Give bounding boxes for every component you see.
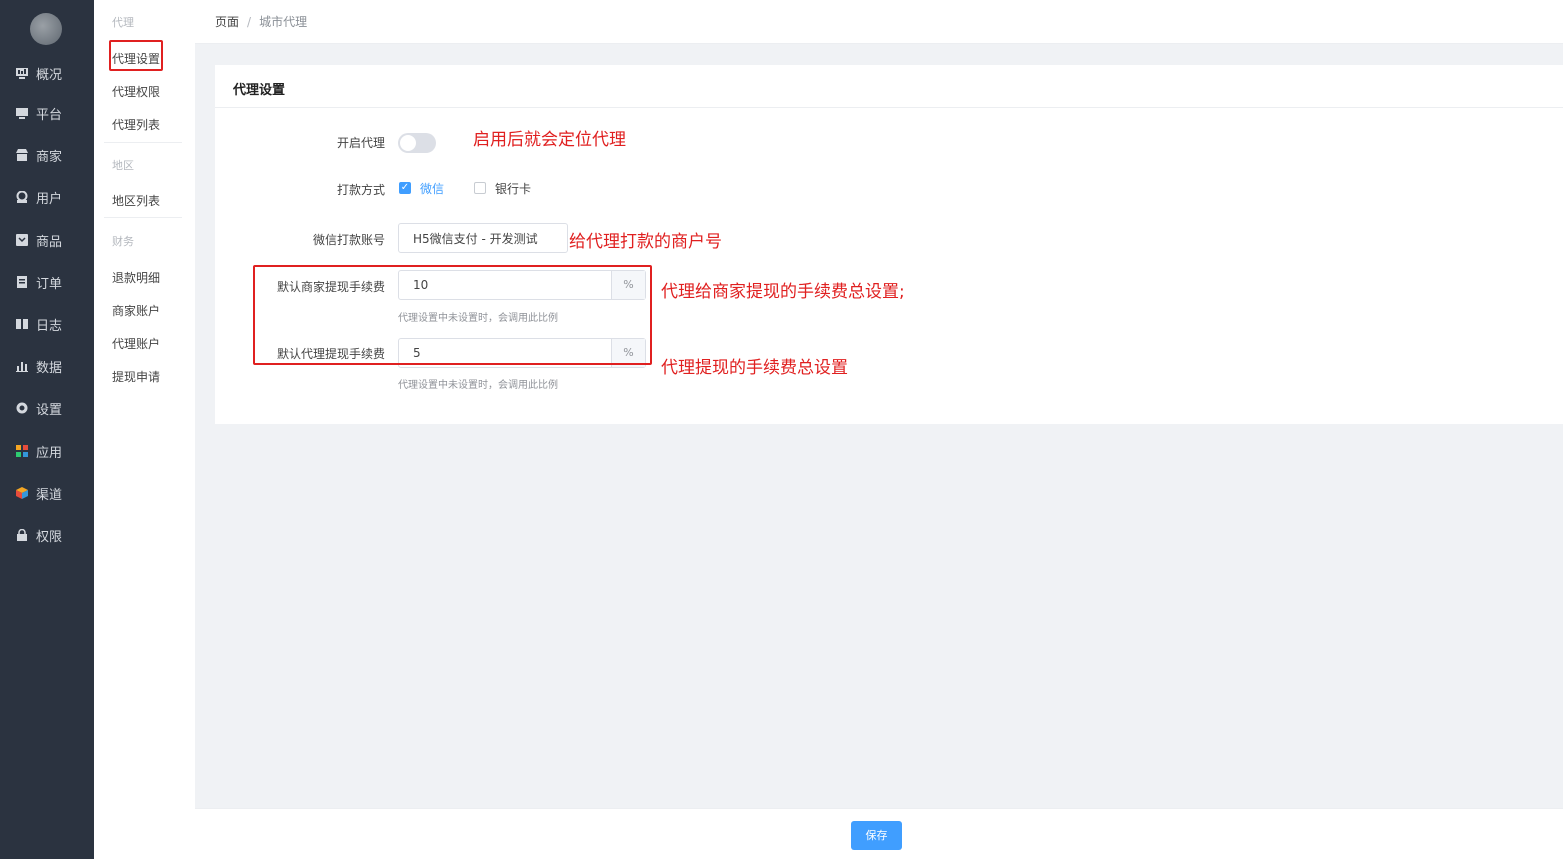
nav-item-label: 概况	[36, 67, 63, 83]
nav-item-label: 商家	[36, 149, 63, 165]
nav-item-label: 用户	[36, 191, 63, 207]
breadcrumb-separator: /	[247, 14, 252, 29]
wechat-account-value: H5微信支付 - 开发测试	[413, 231, 538, 246]
nav-item-platform[interactable]: 平台	[0, 98, 94, 128]
settings-panel: 代理设置 开启代理 打款方式 ✓ 微信 银行卡 微信打款账号 H5微信支付 - …	[215, 65, 1563, 424]
divider	[104, 142, 182, 143]
footer-bar: 保存	[195, 808, 1563, 859]
payout-wechat-checkbox[interactable]: ✓	[399, 182, 411, 194]
user-icon	[16, 191, 28, 203]
sub-nav-refund-detail[interactable]: 退款明细	[112, 269, 160, 286]
bar-icon	[16, 362, 28, 372]
nav-item-label: 商品	[36, 234, 63, 250]
enable-agent-label: 开启代理	[336, 136, 385, 150]
sub-nav-agent-permissions[interactable]: 代理权限	[112, 83, 160, 100]
breadcrumb-current: 城市代理	[259, 15, 308, 29]
nav-item-label: 订单	[36, 276, 63, 292]
wechat-account-select[interactable]: H5微信支付 - 开发测试	[398, 223, 568, 253]
annotation-account: 给代理打款的商户号	[569, 232, 722, 252]
enable-agent-toggle[interactable]	[398, 133, 436, 153]
nav-item-label: 应用	[36, 445, 63, 461]
group-label-finance: 财务	[112, 235, 134, 248]
sub-nav: 代理 代理设置 代理权限 代理列表 地区 地区列表 财务 退款明细 商家账户 代…	[94, 0, 195, 859]
nav-item-label: 平台	[36, 107, 63, 123]
nav-item-goods[interactable]: 商品	[0, 225, 94, 255]
annotation-enable: 启用后就会定位代理	[473, 130, 626, 150]
divider	[215, 107, 1563, 108]
log-icon	[16, 319, 28, 329]
chart-icon	[16, 68, 28, 79]
sub-nav-withdraw-apply[interactable]: 提现申请	[112, 368, 160, 385]
avatar[interactable]	[30, 13, 62, 45]
wechat-account-label: 微信打款账号	[312, 233, 385, 247]
nav-item-data[interactable]: 数据	[0, 351, 94, 381]
annotation-agent-fee: 代理提现的手续费总设置	[661, 358, 848, 378]
nav-item-merchant[interactable]: 商家	[0, 140, 94, 170]
nav-item-label: 日志	[36, 318, 63, 334]
divider	[104, 217, 182, 218]
payout-method-label: 打款方式	[336, 183, 385, 197]
nav-item-channel[interactable]: 渠道	[0, 478, 94, 508]
nav-item-user[interactable]: 用户	[0, 182, 94, 212]
goods-icon	[16, 234, 28, 246]
breadcrumb-root[interactable]: 页面	[215, 13, 239, 30]
nav-item-label: 设置	[36, 402, 63, 418]
apps-icon	[16, 445, 28, 457]
sub-nav-agent-list[interactable]: 代理列表	[112, 116, 160, 133]
group-label-region: 地区	[112, 159, 134, 172]
order-icon	[17, 276, 27, 288]
main-nav: 概况 平台 商家 用户 商品 订单 日志 数据 设置 应用 渠道 权限	[0, 0, 94, 859]
nav-item-label: 渠道	[36, 487, 63, 503]
payout-bank-checkbox[interactable]	[474, 182, 486, 194]
monitor-icon	[16, 108, 28, 119]
sub-nav-agent-account[interactable]: 代理账户	[112, 335, 160, 352]
group-label-agent: 代理	[112, 16, 134, 29]
nav-item-order[interactable]: 订单	[0, 267, 94, 297]
highlight-box-fees	[253, 265, 652, 365]
highlight-box-agent-settings	[109, 40, 163, 71]
nav-item-log[interactable]: 日志	[0, 309, 94, 339]
payout-bank-label[interactable]: 银行卡	[495, 180, 531, 197]
toggle-knob	[400, 135, 416, 151]
nav-item-apps[interactable]: 应用	[0, 436, 94, 466]
agent-fee-hint: 代理设置中未设置时，会调用此比例	[398, 380, 558, 391]
gear-icon	[16, 402, 28, 414]
nav-item-label: 数据	[36, 360, 63, 376]
cube-icon	[16, 487, 28, 499]
annotation-merchant-fee: 代理给商家提现的手续费总设置;	[661, 282, 905, 302]
store-icon	[16, 149, 28, 161]
lock-icon	[17, 529, 27, 541]
breadcrumb: 页面 / 城市代理	[195, 0, 1563, 44]
nav-item-permission[interactable]: 权限	[0, 520, 94, 550]
nav-item-settings[interactable]: 设置	[0, 393, 94, 423]
sub-nav-region-list[interactable]: 地区列表	[112, 192, 160, 209]
sub-nav-merchant-account[interactable]: 商家账户	[112, 302, 160, 319]
payout-wechat-label[interactable]: 微信	[420, 180, 444, 197]
save-button[interactable]: 保存	[851, 821, 902, 850]
panel-title: 代理设置	[233, 83, 286, 98]
nav-item-label: 权限	[36, 529, 63, 545]
nav-item-overview[interactable]: 概况	[0, 58, 94, 88]
